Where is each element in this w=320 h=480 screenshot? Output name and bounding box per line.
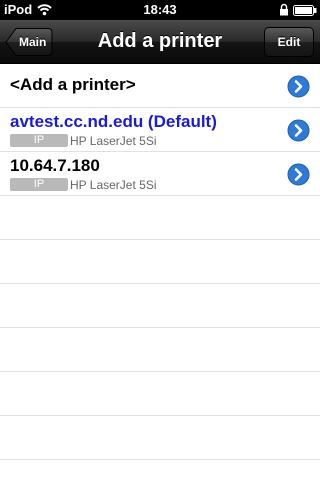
empty-row	[0, 328, 320, 372]
printer-model: HP LaserJet 5Si	[70, 178, 157, 192]
printer-row[interactable]: avtest.cc.nd.edu (Default) IP HP LaserJe…	[0, 108, 320, 152]
battery-icon	[293, 5, 317, 16]
disclosure-button-icon[interactable]	[287, 75, 310, 98]
printer-details: IP HP LaserJet 5Si	[10, 134, 157, 148]
empty-row	[0, 240, 320, 284]
disclosure-button-icon[interactable]	[287, 163, 310, 186]
add-printer-label: <Add a printer>	[10, 75, 136, 94]
navigation-bar: Main Add a printer Edit	[0, 20, 320, 64]
printer-name: avtest.cc.nd.edu (Default)	[10, 112, 217, 131]
status-time: 18:43	[143, 2, 177, 17]
lock-icon	[280, 3, 288, 16]
printer-model: HP LaserJet 5Si	[70, 134, 157, 148]
disclosure-button-icon[interactable]	[287, 119, 310, 142]
empty-row	[0, 284, 320, 328]
printer-row[interactable]: 10.64.7.180 IP HP LaserJet 5Si	[0, 152, 320, 196]
printer-name: 10.64.7.180	[10, 156, 100, 175]
empty-row	[0, 372, 320, 416]
status-bar: iPod 18:43	[0, 0, 320, 20]
connection-type-badge: IP	[10, 178, 68, 191]
printer-details: IP HP LaserJet 5Si	[10, 178, 157, 192]
empty-row	[0, 416, 320, 460]
printer-list: <Add a printer> avtest.cc.nd.edu (Defaul…	[0, 64, 320, 460]
edit-button[interactable]: Edit	[264, 27, 314, 57]
empty-row	[0, 196, 320, 240]
add-printer-row[interactable]: <Add a printer>	[0, 64, 320, 108]
connection-type-badge: IP	[10, 134, 68, 147]
